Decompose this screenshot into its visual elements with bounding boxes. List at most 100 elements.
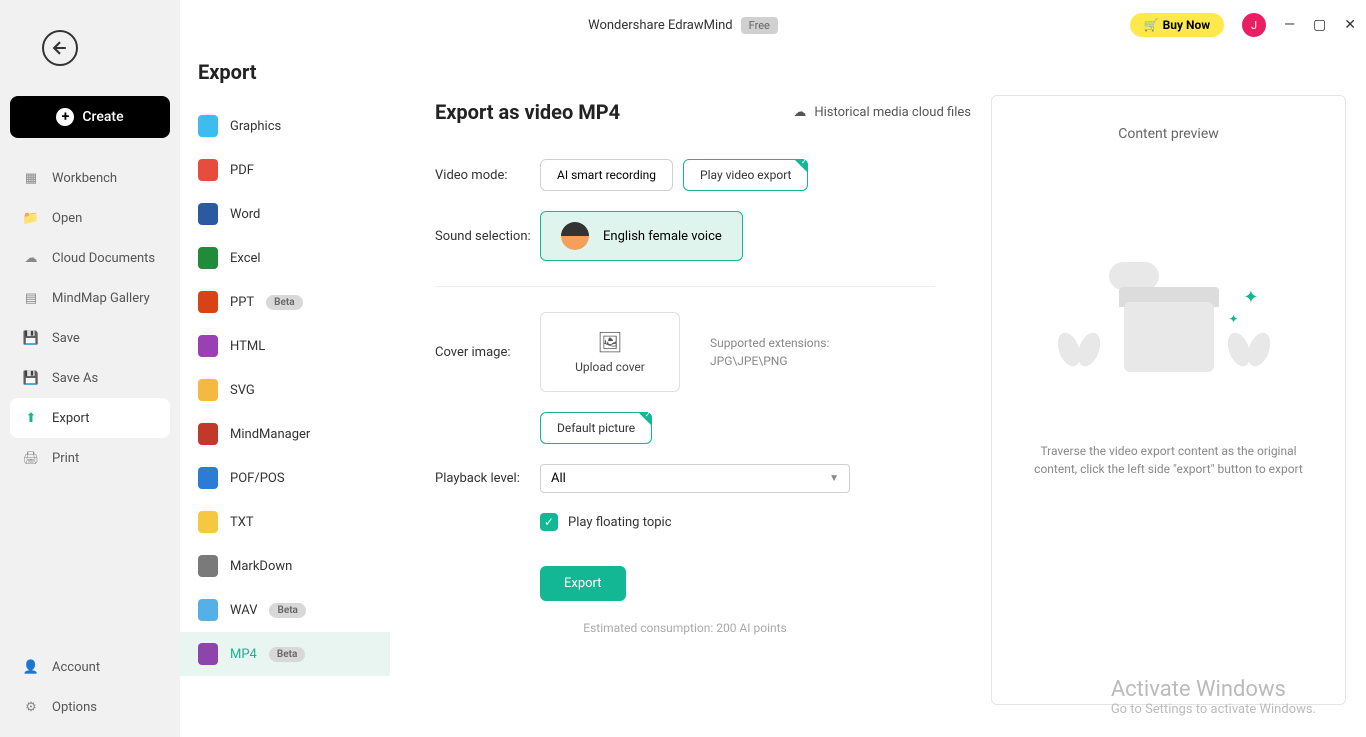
beta-badge: Beta [266, 295, 302, 310]
voice-chip[interactable]: English female voice [540, 211, 743, 261]
estimate-text: Estimated consumption: 200 AI points [435, 621, 935, 635]
format-markdown[interactable]: MarkDown [180, 544, 390, 588]
format-html[interactable]: HTML [180, 324, 390, 368]
file-icon [198, 511, 218, 533]
windows-watermark: Activate Windows Go to Settings to activ… [1111, 677, 1316, 717]
minimize-button[interactable]: — [1284, 17, 1295, 33]
main-title: Export as video MP4 [435, 100, 620, 124]
file-icon [198, 423, 218, 445]
format-pofpos[interactable]: POF/POS [180, 456, 390, 500]
titlebar-right: 🛒 Buy Now J — ▢ ✕ [1130, 13, 1356, 37]
rail-options[interactable]: ⚙Options [10, 687, 170, 727]
watermark-sub: Go to Settings to activate Windows. [1111, 702, 1316, 717]
format-mindmanager[interactable]: MindManager [180, 412, 390, 456]
play-floating-checkbox[interactable]: ✓ [540, 513, 558, 531]
rail-mindmap-gallery[interactable]: ▤MindMap Gallery [10, 278, 170, 318]
buy-now-button[interactable]: 🛒 Buy Now [1130, 13, 1224, 37]
cover-area: 🖼 Upload cover Supported extensions: JPG… [540, 312, 829, 392]
file-icon [198, 467, 218, 489]
maximize-button[interactable]: ▢ [1313, 17, 1326, 33]
cloud-icon: ☁ [793, 105, 806, 120]
workbench-icon: ▦ [22, 169, 40, 187]
rail-print[interactable]: 🖨Print [10, 438, 170, 478]
left-rail: + Create ▦Workbench 📁Open ☁Cloud Documen… [0, 0, 180, 737]
file-icon [198, 247, 218, 269]
file-icon [198, 203, 218, 225]
export-button[interactable]: Export [540, 566, 626, 601]
cloud-icon: ☁ [22, 249, 40, 267]
format-word[interactable]: Word [180, 192, 390, 236]
file-icon [198, 159, 218, 181]
format-wav[interactable]: WAVBeta [180, 588, 390, 632]
preview-text: Traverse the video export content as the… [1012, 442, 1325, 478]
image-icon: 🖼 [597, 330, 622, 354]
cloud-shape-icon [1109, 262, 1159, 290]
rail-open[interactable]: 📁Open [10, 198, 170, 238]
format-svg[interactable]: SVG [180, 368, 390, 412]
save-as-icon: 💾 [22, 369, 40, 387]
preview-panel: Content preview ✦ ✦ Traverse the video e… [991, 95, 1346, 705]
format-pdf[interactable]: PDF [180, 148, 390, 192]
app-title: Wondershare EdrawMind [588, 18, 733, 33]
format-column: Export GraphicsPDFWordExcelPPTBetaHTMLSV… [180, 0, 390, 737]
voice-avatar-icon [561, 222, 589, 250]
cloud-files-link[interactable]: ☁ Historical media cloud files [793, 105, 971, 120]
file-icon [198, 291, 218, 313]
format-graphics[interactable]: Graphics [180, 104, 390, 148]
ai-smart-recording-button[interactable]: AI smart recording [540, 159, 673, 191]
supported-extensions: Supported extensions: JPG\JPE\PNG [710, 334, 829, 370]
save-icon: 💾 [22, 329, 40, 347]
file-icon [198, 115, 218, 137]
play-floating-label: Play floating topic [568, 515, 672, 530]
sparkle-icon: ✦ [1243, 287, 1258, 308]
beta-badge: Beta [269, 603, 305, 618]
titlebar-center: Wondershare EdrawMind Free [588, 17, 778, 34]
file-icon [198, 335, 218, 357]
gallery-icon: ▤ [22, 289, 40, 307]
cover-image-label: Cover image: [435, 345, 540, 360]
back-button[interactable] [42, 30, 78, 66]
leaf-shape [1059, 332, 1109, 392]
format-excel[interactable]: Excel [180, 236, 390, 280]
video-mode-label: Video mode: [435, 168, 540, 183]
box-shape [1124, 302, 1214, 372]
create-label: Create [82, 109, 123, 125]
rail-account[interactable]: 👤Account [10, 647, 170, 687]
format-ppt[interactable]: PPTBeta [180, 280, 390, 324]
format-mp4[interactable]: MP4Beta [180, 632, 390, 676]
preview-title: Content preview [1118, 126, 1219, 142]
file-icon [198, 555, 218, 577]
rail-save-as[interactable]: 💾Save As [10, 358, 170, 398]
export-heading: Export [180, 60, 390, 104]
playback-level-select[interactable]: All ▼ [540, 464, 850, 493]
rail-workbench[interactable]: ▦Workbench [10, 158, 170, 198]
free-badge: Free [741, 17, 778, 34]
divider [435, 286, 935, 287]
beta-badge: Beta [269, 647, 305, 662]
file-icon [198, 379, 218, 401]
playback-level-label: Playback level: [435, 471, 540, 486]
watermark-title: Activate Windows [1111, 677, 1316, 702]
format-txt[interactable]: TXT [180, 500, 390, 544]
user-avatar[interactable]: J [1242, 13, 1266, 37]
cart-icon: 🛒 [1144, 18, 1159, 32]
rail-cloud-documents[interactable]: ☁Cloud Documents [10, 238, 170, 278]
preview-graphic: ✦ ✦ [1059, 262, 1279, 412]
file-icon [198, 599, 218, 621]
gear-icon: ⚙ [22, 698, 40, 716]
upload-cover-button[interactable]: 🖼 Upload cover [540, 312, 680, 392]
export-icon: ⬆ [22, 409, 40, 427]
sparkle-icon: ✦ [1228, 312, 1238, 326]
leaf-shape [1229, 332, 1279, 392]
rail-export[interactable]: ⬆Export [10, 398, 170, 438]
print-icon: 🖨 [22, 449, 40, 467]
create-button[interactable]: + Create [10, 96, 170, 138]
rail-save[interactable]: 💾Save [10, 318, 170, 358]
buy-now-label: Buy Now [1163, 18, 1210, 32]
chevron-down-icon: ▼ [829, 473, 839, 484]
play-video-export-button[interactable]: Play video export [683, 159, 808, 191]
folder-icon: 📁 [22, 209, 40, 227]
close-button[interactable]: ✕ [1344, 17, 1356, 33]
plus-icon: + [56, 108, 74, 126]
default-picture-button[interactable]: Default picture [540, 412, 652, 444]
